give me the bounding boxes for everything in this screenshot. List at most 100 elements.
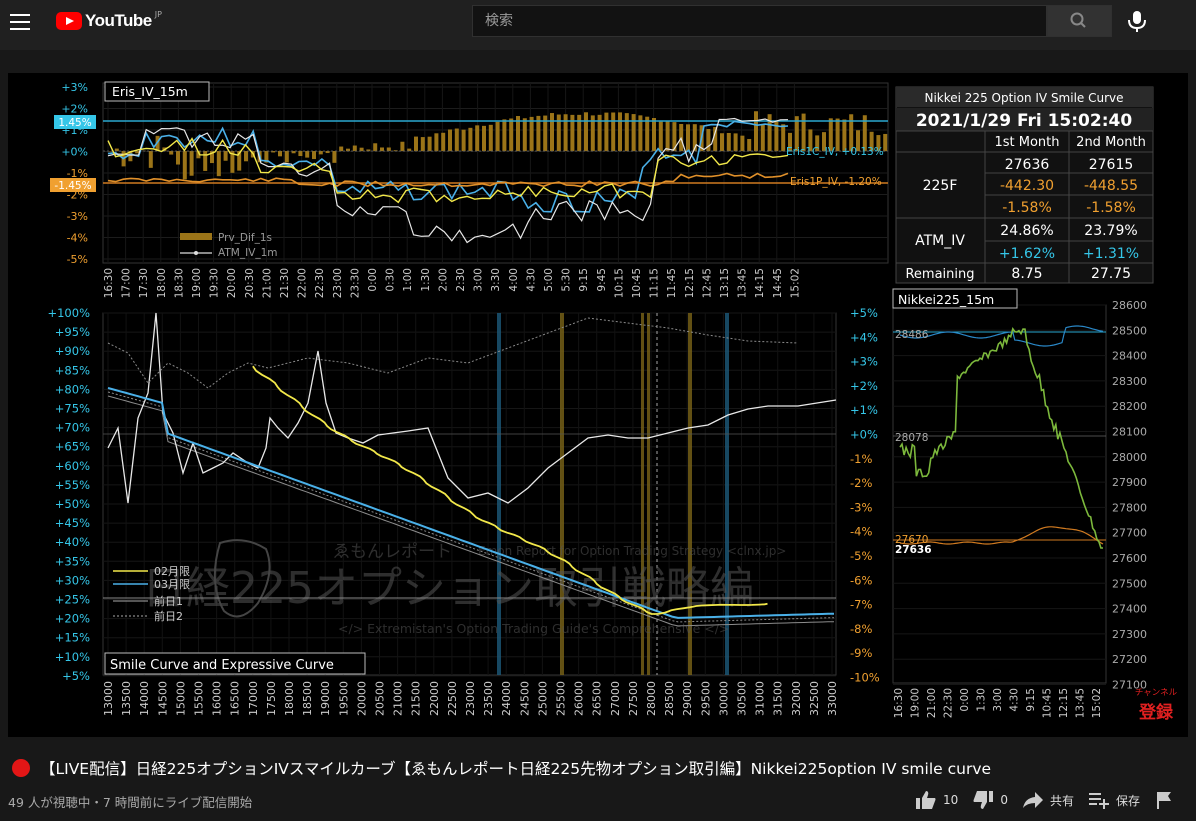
iv-bar [373,143,378,151]
iv-bar [312,151,316,160]
iv-bar [686,124,690,151]
legend-prev1: 前日1 [154,594,183,608]
iv-bar [733,133,738,151]
smile-right-tick: -5% [850,549,872,563]
thumbs-up-icon [916,791,936,809]
smile-right-tick: -10% [850,671,880,685]
smile-x-tick: 17000 [247,681,260,716]
iv-x-tick: 5:30 [561,268,573,292]
iv-bar [203,151,208,171]
iv-bar [352,145,357,151]
smile-x-tick: 19000 [319,681,332,716]
nikkei-x-tick: 15:02 [1091,688,1103,718]
iv-bar [740,135,745,151]
iv-bar [298,151,303,157]
smile-x-tick: 21000 [392,681,405,716]
iv-x-tick: 22:00 [297,268,309,298]
nikkei-x-tick: 12:15 [1058,688,1070,718]
smile-right-tick: -4% [850,525,872,539]
nikkei-y-tick: 28400 [1112,350,1147,363]
nikkei-y-tick: 27200 [1112,653,1147,666]
iv-y-axis: +3%+2%+1%+0%-1%-2%-3%-4%-5% [61,81,88,266]
iv-bar [726,132,731,151]
iv-bar [475,125,480,151]
iv-bar [284,151,289,163]
smile-x-tick: 32000 [790,681,803,716]
smile-x-tick: 26500 [591,681,604,716]
nikkei-y-tick: 27400 [1112,603,1147,616]
smile-left-tick: +45% [55,516,90,530]
iv-bar [339,146,344,151]
smile-left-tick: +85% [55,363,90,377]
nikkei-y-axis: 28600 28500 28400 28300 28200 28100 28000 27900… [1112,299,1147,692]
iv-bar [332,151,337,163]
microphone-button[interactable] [1124,8,1150,34]
iv-bar [618,112,622,151]
iv-bar [434,133,439,151]
nikkei-y-tick: 28100 [1112,426,1147,439]
iv-bar [665,121,670,151]
smile-right-tick: -9% [850,646,872,660]
iv-x-tick: 1:30 [420,268,432,292]
atm-iv-1: 24.86% [1000,223,1053,239]
iv-x-tick: 0:30 [385,268,397,292]
iv-x-tick: 22:30 [314,268,326,298]
iv-x-tick: 18:30 [173,268,185,298]
smile-left-tick: +5% [62,669,90,683]
iv-x-tick: 1:00 [402,268,414,292]
youtube-logo[interactable]: YouTube JP [56,9,162,31]
search-button[interactable] [1047,5,1112,37]
iv-x-tick: 23:00 [332,268,344,298]
dislike-button[interactable]: 0 [972,790,1008,810]
nikkei-y-tick: 28200 [1112,400,1147,413]
iv-x-tick: 4:00 [508,268,520,292]
smile-right-tick: +1% [850,403,878,417]
nikkei-y-tick: 28600 [1112,299,1147,312]
video-player[interactable]: Eris_IV_15m +3% +2% +1% +0% -1% -2% -3% -4% -5% … [8,73,1188,737]
iv-bar [468,127,473,151]
smile-left-tick: +95% [55,325,90,339]
iv-bar [631,114,636,151]
share-button[interactable]: 共有 [1022,790,1074,810]
iv-bar [529,116,534,151]
iv-bar [182,151,187,180]
logo-region: JP [154,9,162,19]
iv-bar [747,138,752,151]
iv-x-tick: 13:45 [737,268,749,298]
search-input[interactable] [473,6,1037,36]
smile-x-tick: 22000 [428,681,441,716]
iv-x-tick: 20:00 [226,268,238,298]
f-price-2: 27615 [1089,157,1134,173]
save-button[interactable]: 保存 [1088,790,1140,810]
iv-x-tick: 18:00 [156,268,168,298]
iv-x-tick: 9:45 [596,268,608,292]
legend-feb: 02月限 [154,565,190,578]
report-button[interactable] [1154,790,1180,810]
iv-bar [550,113,554,151]
like-count: 10 [943,793,959,807]
iv-x-tick: 15:02 [789,268,801,298]
like-button[interactable]: 10 [915,790,958,810]
iv-bar [148,151,153,168]
smile-panel: 日経225オプション取引戦略編 ゑもんレポート Emon Report for … [47,306,879,716]
smile-x-tick: 25000 [536,681,549,716]
atm-chg-2: +1.31% [1083,246,1139,262]
f-price-1: 27636 [1005,157,1050,173]
iv-x-tick: 9:15 [578,268,590,292]
call-iv-label: Eris1C_IV, +0.13% [786,146,884,158]
iv-bar [883,133,888,151]
video-meta: 49 人が視聴中・7 時間前にライブ配信開始 [8,795,253,810]
iv-y-tick: +3% [61,81,88,94]
iv-bar [169,151,174,155]
thumbs-down-icon [973,791,994,809]
smile-left-tick: +40% [55,535,90,549]
subscribe-watermark[interactable]: チャンネル 登録 [1135,688,1178,723]
smile-x-tick: 26000 [573,681,586,716]
smile-right-tick: -1% [850,452,872,466]
smile-left-tick: +75% [55,402,90,416]
smile-x-tick: 20000 [355,681,368,716]
smile-left-tick: +25% [55,593,90,607]
iv-x-tick: 2:00 [437,268,449,292]
menu-icon[interactable] [10,14,30,30]
nikkei-x-tick: 16:30 [893,688,905,718]
